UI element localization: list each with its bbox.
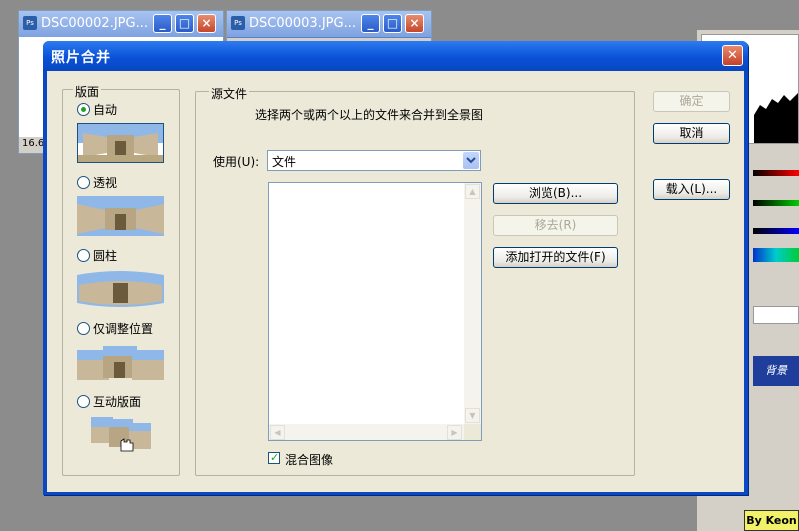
maximize-icon: □	[178, 16, 191, 30]
use-dropdown-value: 文件	[272, 155, 297, 169]
radio-interactive-layout[interactable]	[77, 395, 90, 408]
photoshop-icon: Ps	[23, 16, 37, 30]
minimize-button[interactable]: _	[361, 14, 380, 33]
dialog-titlebar[interactable]: 照片合并 ✕	[43, 41, 748, 71]
dialog-title: 照片合并	[51, 50, 111, 66]
use-label: 使用(U):	[213, 155, 260, 169]
scroll-up-button[interactable]: ▲	[465, 184, 480, 199]
zoom-readout: 16.6	[22, 138, 45, 149]
scroll-left-button[interactable]: ◀	[270, 425, 285, 440]
cancel-button[interactable]: 取消	[653, 123, 730, 144]
perspective-layout-thumbnail[interactable]	[77, 196, 164, 236]
browse-button[interactable]: 浏览(B)...	[493, 183, 618, 204]
dialog-close-button[interactable]: ✕	[722, 45, 743, 66]
close-icon: ✕	[727, 48, 738, 63]
document-window-2-titlebar[interactable]: Ps DSC00003.JPG... _ □ ×	[227, 11, 431, 38]
blend-images-checkbox[interactable]: ✓	[268, 451, 280, 464]
use-dropdown[interactable]: 文件	[267, 150, 481, 171]
blue-slider[interactable]	[753, 228, 799, 234]
layout-group-label: 版面	[73, 83, 102, 100]
auto-layout-thumbnail[interactable]	[77, 123, 164, 163]
radio-auto-label[interactable]: 自动	[93, 101, 117, 118]
maximize-icon: □	[386, 16, 399, 30]
load-button[interactable]: 载入(L)...	[653, 179, 730, 200]
minimize-button[interactable]: _	[153, 14, 172, 33]
source-files-group-label: 源文件	[209, 85, 250, 102]
color-ramp[interactable]	[753, 248, 799, 262]
radio-auto[interactable]	[77, 103, 90, 116]
radio-cylindrical-label[interactable]: 圆柱	[93, 247, 117, 264]
red-slider[interactable]	[753, 170, 799, 176]
scroll-down-button[interactable]: ▼	[465, 408, 480, 423]
radio-perspective[interactable]	[77, 176, 90, 189]
radio-interactive-layout-label[interactable]: 互动版面	[93, 393, 141, 410]
watermark-label: By Keon	[744, 510, 799, 531]
source-files-description: 选择两个或两个以上的文件来合并到全景图	[255, 108, 484, 122]
close-icon: ×	[409, 16, 420, 30]
radio-cylindrical[interactable]	[77, 249, 90, 262]
document-window-2-title: DSC00003.JPG...	[249, 16, 356, 31]
checkmark-icon: ✓	[270, 451, 280, 464]
radio-selected-dot	[81, 107, 86, 112]
blend-images-label[interactable]: 混合图像	[285, 451, 333, 468]
radio-reposition-only[interactable]	[77, 322, 90, 335]
close-button[interactable]: ×	[405, 14, 424, 33]
scroll-right-button[interactable]: ▶	[447, 425, 462, 440]
scrollbar-corner	[464, 424, 481, 440]
radio-perspective-label[interactable]: 透视	[93, 174, 117, 191]
close-button[interactable]: ×	[197, 14, 216, 33]
source-file-list[interactable]: ▲ ▼ ◀ ▶	[268, 182, 482, 441]
cylindrical-layout-thumbnail[interactable]	[77, 269, 164, 309]
photomerge-dialog: 照片合并 ✕ 版面 自动 透视 圆柱 仅调整位置 互动版面 源文件 选择两个或两…	[43, 41, 748, 495]
maximize-button[interactable]: □	[383, 14, 402, 33]
radio-reposition-only-label[interactable]: 仅调整位置	[93, 320, 153, 337]
document-window-1-title: DSC00002.JPG...	[41, 16, 148, 31]
interactive-layout-thumbnail[interactable]	[91, 415, 151, 455]
layer-background[interactable]: 背景	[753, 356, 799, 386]
blend-mode-field[interactable]	[753, 306, 799, 324]
use-dropdown-button[interactable]	[463, 152, 479, 169]
document-window-1-titlebar[interactable]: Ps DSC00002.JPG... _ □ ×	[19, 11, 223, 38]
remove-button[interactable]: 移去(R)	[493, 215, 618, 236]
chevron-down-icon	[466, 157, 476, 164]
vertical-scrollbar[interactable]: ▲ ▼	[464, 183, 481, 424]
dialog-body: 版面 自动 透视 圆柱 仅调整位置 互动版面 源文件 选择两个或两个以上的文件来…	[47, 71, 744, 492]
ok-button[interactable]: 确定	[653, 91, 730, 112]
close-icon: ×	[201, 16, 212, 30]
minimize-icon: _	[367, 16, 374, 30]
photoshop-icon: Ps	[231, 16, 245, 30]
add-open-files-button[interactable]: 添加打开的文件(F)	[493, 247, 618, 268]
horizontal-scrollbar[interactable]: ◀ ▶	[269, 424, 464, 440]
reposition-only-thumbnail[interactable]	[77, 342, 164, 382]
maximize-button[interactable]: □	[175, 14, 194, 33]
minimize-icon: _	[159, 16, 166, 30]
green-slider[interactable]	[753, 200, 799, 206]
